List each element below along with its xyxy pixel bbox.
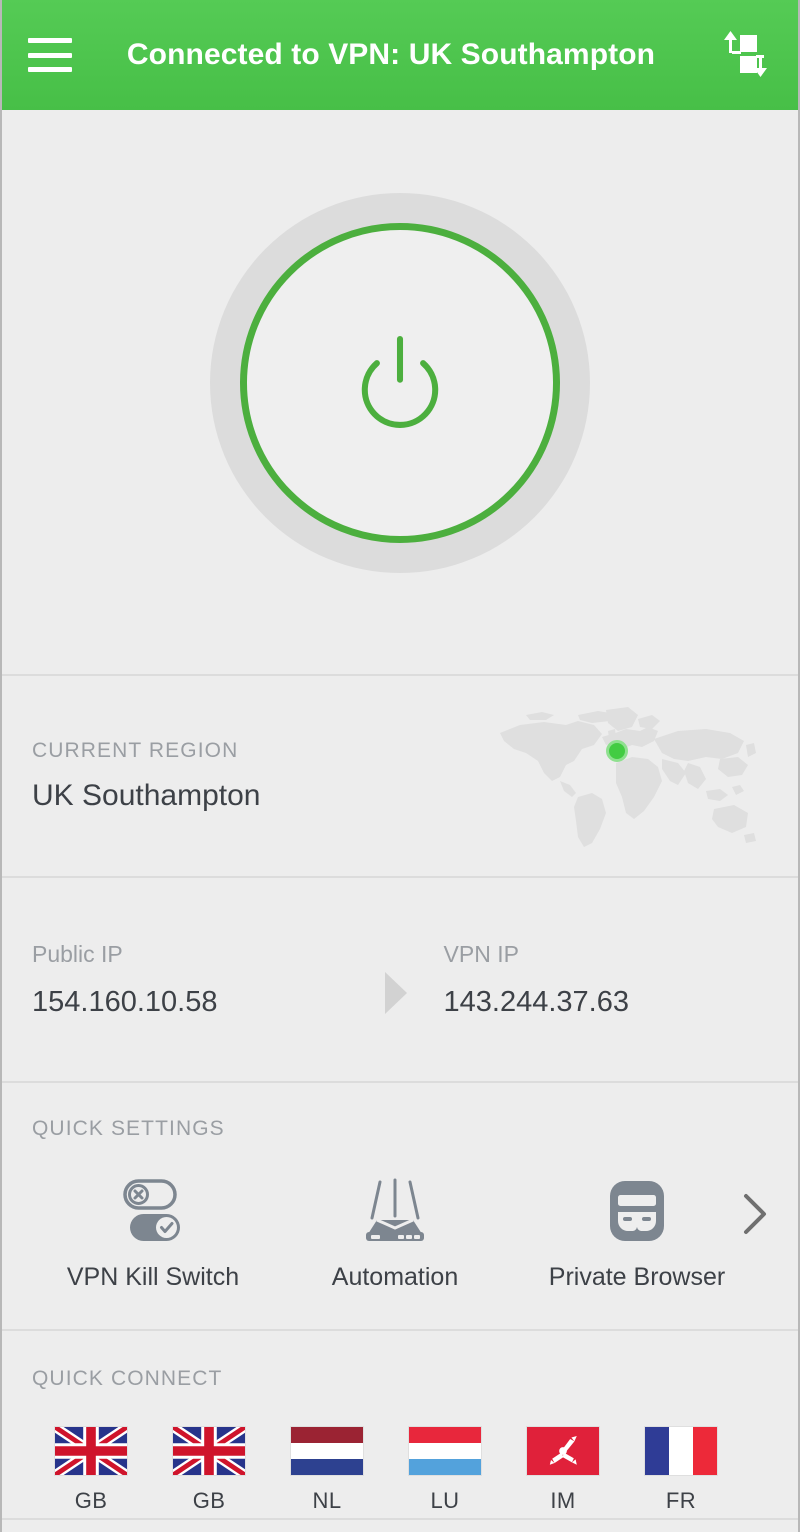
quick-setting-label: Automation xyxy=(331,1263,459,1291)
public-ip-label: Public IP xyxy=(32,940,123,967)
quick-connect-label-code: GB xyxy=(74,1488,108,1513)
current-region-label: CURRENT REGION xyxy=(32,739,239,762)
vpn-ip-value: 143.244.37.63 xyxy=(443,985,629,1018)
quick-setting-label: Private Browser xyxy=(548,1263,726,1291)
vpn-ip-label: VPN IP xyxy=(443,940,519,967)
quick-connect-label-code: GB xyxy=(192,1488,226,1513)
quick-connect-item[interactable]: GB xyxy=(150,1427,268,1514)
hamburger-line xyxy=(28,52,72,58)
quick-connect-label-code: LU xyxy=(430,1488,460,1513)
quick-connect-item[interactable]: LU xyxy=(386,1427,504,1514)
public-ip-value: 154.160.10.58 xyxy=(32,985,218,1018)
public-ip-block: Public IP 154.160.10.58 xyxy=(32,941,393,1019)
chevron-right-icon[interactable] xyxy=(738,1191,772,1237)
quick-connect-label-code: NL xyxy=(312,1488,342,1513)
quick-settings-items: VPN Kill Switch Automation Private Brows… xyxy=(32,1175,768,1292)
current-region-value: UK Southampton xyxy=(32,779,261,812)
quick-connect-label-code: IM xyxy=(550,1488,576,1513)
ip-row: Public IP 154.160.10.58 VPN IP 143.244.3… xyxy=(2,878,798,1083)
flag-nl-icon xyxy=(291,1427,363,1475)
quick-setting-vpn-kill-switch[interactable]: VPN Kill Switch xyxy=(32,1175,274,1292)
app-bar: Connected to VPN: UK Southampton xyxy=(2,0,798,110)
quick-settings-label: QUICK SETTINGS xyxy=(32,1117,225,1140)
arrow-right-triangle-icon xyxy=(384,971,407,1014)
quick-connect-item[interactable]: FR xyxy=(622,1427,740,1514)
flag-fr-icon xyxy=(645,1427,717,1475)
quick-connect-item[interactable]: NL xyxy=(268,1427,386,1514)
power-button[interactable] xyxy=(210,193,590,573)
current-region-text: CURRENT REGION UK Southampton xyxy=(32,739,482,813)
flag-lu-icon xyxy=(409,1427,481,1475)
hamburger-menu-icon[interactable] xyxy=(28,38,72,72)
bottom-divider xyxy=(2,1518,798,1520)
world-map-icon xyxy=(482,701,762,851)
quick-setting-label: VPN Kill Switch xyxy=(66,1263,240,1291)
quick-connect-item[interactable]: IM xyxy=(504,1427,622,1514)
vpn-ip-block: VPN IP 143.244.37.63 xyxy=(407,941,768,1019)
current-region-row[interactable]: CURRENT REGION UK Southampton xyxy=(2,676,798,878)
power-area xyxy=(2,110,798,676)
flag-gb-icon xyxy=(55,1427,127,1475)
data-transfer-icon[interactable] xyxy=(720,29,772,81)
quick-setting-private-browser[interactable]: Private Browser xyxy=(516,1175,758,1292)
router-icon xyxy=(358,1175,432,1247)
hamburger-line xyxy=(28,38,72,43)
quick-settings-section: QUICK SETTINGS VPN Kill Switch Automatio… xyxy=(2,1083,798,1331)
kill-switch-toggles-icon xyxy=(116,1175,190,1247)
incognito-mask-icon xyxy=(600,1175,674,1247)
quick-connect-section: QUICK CONNECT GB GB NL LU IM FR xyxy=(2,1331,798,1532)
flag-im-icon xyxy=(527,1427,599,1475)
quick-connect-label-code: FR xyxy=(665,1488,697,1513)
quick-connect-item[interactable]: GB xyxy=(32,1427,150,1514)
vpn-app-window: Connected to VPN: UK Southampton CURRENT… xyxy=(0,0,800,1532)
region-map-marker xyxy=(606,740,628,762)
app-bar-title: Connected to VPN: UK Southampton xyxy=(126,38,656,71)
hamburger-line xyxy=(28,67,72,72)
quick-connect-label: QUICK CONNECT xyxy=(32,1367,223,1390)
power-button-icon xyxy=(361,335,439,428)
flag-gb-icon xyxy=(173,1427,245,1475)
quick-setting-automation[interactable]: Automation xyxy=(274,1175,516,1292)
quick-connect-items: GB GB NL LU IM FR xyxy=(32,1427,768,1514)
